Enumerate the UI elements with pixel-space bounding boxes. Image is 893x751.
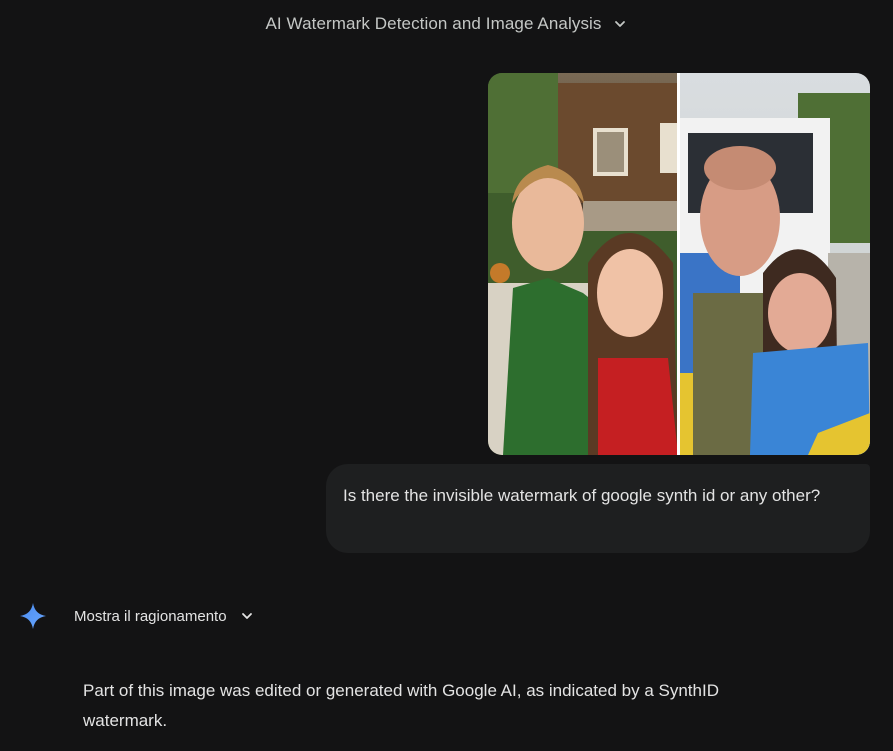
photo-collage-image <box>488 73 870 455</box>
user-message-text: Is there the invisible watermark of goog… <box>343 486 821 505</box>
uploaded-image[interactable] <box>488 73 870 455</box>
chevron-down-icon <box>612 16 628 32</box>
gemini-response-header: Mostra il ragionamento <box>18 601 255 631</box>
show-reasoning-label: Mostra il ragionamento <box>74 607 227 625</box>
gemini-spark-icon <box>20 603 46 629</box>
conversation-title: AI Watermark Detection and Image Analysi… <box>265 14 602 33</box>
user-message-bubble: Is there the invisible watermark of goog… <box>326 464 870 553</box>
chevron-down-icon <box>239 608 255 624</box>
show-reasoning-toggle[interactable]: Mostra il ragionamento <box>74 608 255 625</box>
chat-page: AI Watermark Detection and Image Analysi… <box>0 0 893 751</box>
gemini-answer-text: Part of this image was edited or generat… <box>83 681 719 730</box>
conversation-title-menu[interactable]: AI Watermark Detection and Image Analysi… <box>0 14 893 34</box>
